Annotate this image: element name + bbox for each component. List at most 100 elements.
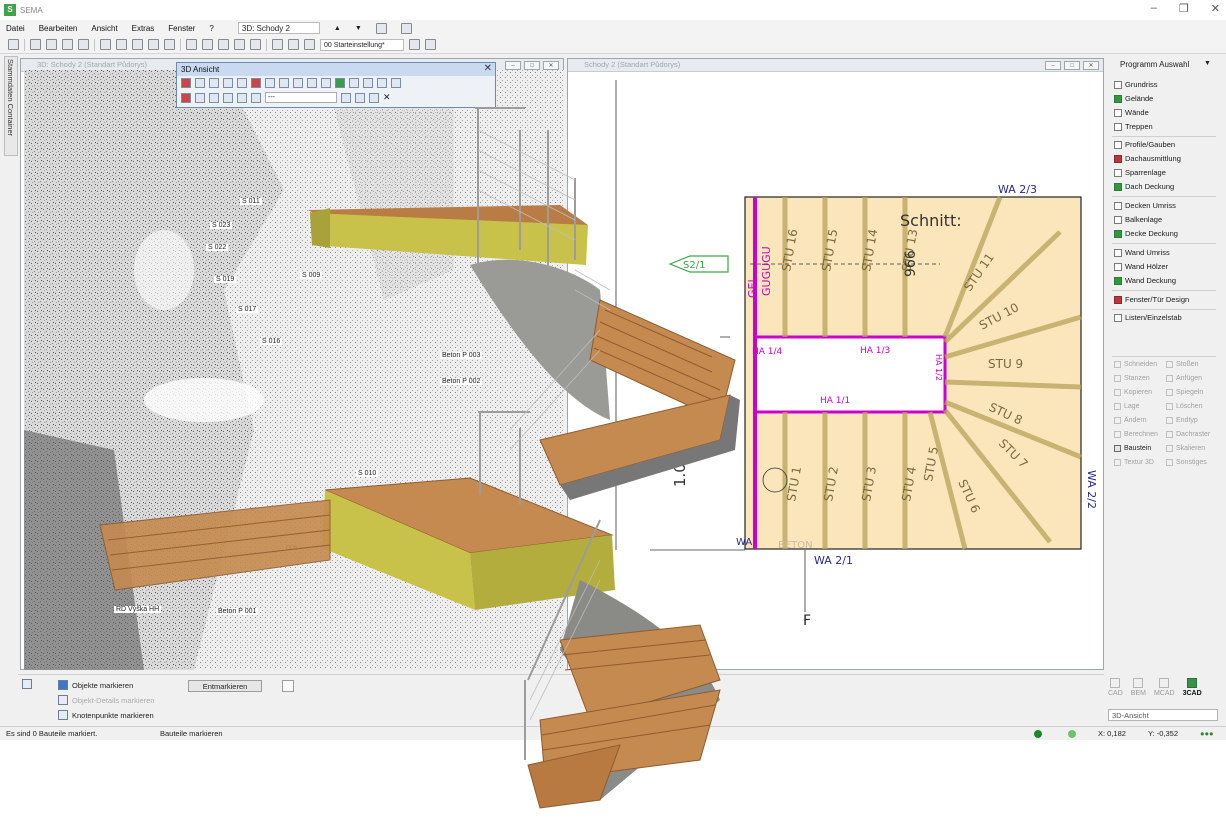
chevron-down-icon[interactable]: ▼	[1204, 60, 1211, 67]
window-cascade-icon[interactable]	[400, 22, 412, 34]
menu-extras[interactable]: Extras	[132, 24, 155, 33]
zoom-icon[interactable]	[132, 39, 143, 50]
container-side-tab[interactable]: Stammdaten Container	[4, 56, 18, 156]
layers-icon[interactable]	[209, 92, 219, 103]
tool-baustein[interactable]: Baustein	[1114, 445, 1151, 452]
window-tile-icon[interactable]	[375, 22, 387, 34]
menu-bearbeiten[interactable]: Bearbeiten	[39, 24, 78, 33]
tool-textur[interactable]: Textur 3D	[1114, 459, 1154, 466]
stairs-icon[interactable]	[272, 39, 283, 50]
info-icon[interactable]	[425, 39, 436, 50]
undo-icon[interactable]	[62, 39, 73, 50]
view-mode-select[interactable]: 3D-Ansicht	[1108, 709, 1218, 721]
selection-mode-icon[interactable]	[22, 679, 32, 689]
clear-icon[interactable]: ✕	[383, 92, 391, 103]
unselect-button[interactable]: Entmarkieren	[188, 680, 262, 692]
tool-aendern[interactable]: Ändern	[1114, 417, 1147, 424]
cad-mode-mcad[interactable]: MCAD	[1154, 678, 1175, 702]
grid-icon[interactable]	[202, 39, 213, 50]
start-setting-select[interactable]: 00 Starteinstellung*	[320, 38, 404, 51]
light-icon[interactable]	[237, 92, 247, 103]
tool-dachraster[interactable]: Dachraster	[1166, 431, 1210, 438]
program-item-decke-deckung[interactable]: Decke Deckung	[1114, 229, 1178, 238]
menu-fenster[interactable]: Fenster	[168, 24, 195, 33]
open-icon[interactable]	[8, 39, 19, 50]
program-item-gelaende[interactable]: Gelände	[1114, 94, 1153, 103]
cad-mode-3cad[interactable]: 3CAD	[1183, 678, 1202, 702]
program-item-listen[interactable]: Listen/Einzelstab	[1114, 313, 1182, 322]
select-details-option[interactable]: Objekt-Details markieren	[58, 695, 155, 705]
redo-icon[interactable]	[78, 39, 89, 50]
tool-stossen[interactable]: Stoßen	[1166, 361, 1199, 368]
settings-icon[interactable]	[304, 39, 315, 50]
pencil-icon[interactable]	[234, 39, 245, 50]
view-right-icon[interactable]	[223, 78, 233, 88]
snap-icon[interactable]	[186, 39, 197, 50]
stair-floor-plan[interactable]: STU 16 STU 15 STU 14 STU 13 STU 11 STU 1…	[570, 72, 1103, 672]
program-item-dach-deckung[interactable]: Dach Deckung	[1114, 182, 1174, 191]
pin-icon[interactable]	[181, 92, 191, 103]
viewport-minimize-button[interactable]: –	[505, 61, 521, 70]
program-item-wand-deckung[interactable]: Wand Deckung	[1114, 276, 1176, 285]
cad-mode-cad[interactable]: CAD	[1108, 678, 1123, 702]
menu-ansicht[interactable]: Ansicht	[91, 24, 117, 33]
menu-datei[interactable]: Datei	[6, 24, 25, 33]
cad-mode-bem[interactable]: BEM	[1131, 678, 1146, 702]
search-icon[interactable]	[282, 680, 294, 692]
paste-icon[interactable]	[369, 92, 379, 103]
view-iso1-icon[interactable]	[293, 78, 303, 88]
document-select[interactable]: 3D: Schody 2	[237, 22, 320, 34]
rotate-icon[interactable]	[164, 39, 175, 50]
copy-icon[interactable]	[355, 92, 365, 103]
render-wire-icon[interactable]	[349, 78, 359, 88]
camera-icon[interactable]	[363, 78, 373, 88]
tool-loeschen[interactable]: Löschen	[1166, 403, 1202, 410]
point-cloud-scan[interactable]	[24, 70, 564, 670]
view-iso2-icon[interactable]	[307, 78, 317, 88]
gear-icon[interactable]	[409, 39, 420, 50]
tool-skalieren[interactable]: Skalieren	[1166, 445, 1205, 452]
tool-berechnen[interactable]: Berechnen	[1114, 431, 1158, 438]
3d-view-filter-input[interactable]: ---	[265, 92, 337, 103]
program-item-wand-hoelzer[interactable]: Wand Hölzer	[1114, 262, 1168, 271]
tool-schneiden[interactable]: Schneiden	[1114, 361, 1157, 368]
viewport-maximize-button[interactable]: □	[524, 61, 540, 70]
view-front-icon[interactable]	[181, 78, 191, 88]
scale-icon[interactable]	[46, 39, 57, 50]
program-item-decken-umriss[interactable]: Decken Umriss	[1114, 201, 1176, 210]
program-item-waende[interactable]: Wände	[1114, 108, 1149, 117]
program-item-wand-umriss[interactable]: Wand Umriss	[1114, 248, 1170, 257]
view-home-icon[interactable]	[237, 78, 247, 88]
program-item-balkenlage[interactable]: Balkenlage	[1114, 215, 1162, 224]
tool-lage[interactable]: Lage	[1114, 403, 1140, 410]
color-icon[interactable]	[250, 39, 261, 50]
view-top-icon[interactable]	[251, 78, 261, 88]
restore-icon[interactable]: ❐	[1179, 2, 1189, 15]
tool-endtyp[interactable]: Endtyp	[1166, 417, 1198, 424]
arrow-down-icon[interactable]: ▼	[355, 25, 362, 32]
move-icon[interactable]	[341, 92, 351, 103]
layer-icon[interactable]	[218, 39, 229, 50]
viewport-maximize-button[interactable]: □	[1064, 61, 1080, 70]
view-walk-icon[interactable]	[279, 78, 289, 88]
material-icon[interactable]	[223, 92, 233, 103]
tool-spiegeln[interactable]: Spiegeln	[1166, 389, 1203, 396]
html-export-icon[interactable]	[377, 78, 387, 88]
tool-stanzen[interactable]: Stanzen	[1114, 375, 1150, 382]
viewport-minimize-button[interactable]: –	[1045, 61, 1061, 70]
preview-icon[interactable]	[116, 39, 127, 50]
viewport-close-button[interactable]: ✕	[543, 61, 559, 70]
select-nodes-option[interactable]: Knotenpunkte markieren	[58, 710, 154, 720]
program-item-treppen[interactable]: Treppen	[1114, 122, 1153, 131]
measure-icon[interactable]	[30, 39, 41, 50]
print-icon[interactable]	[100, 39, 111, 50]
program-item-dachausmittlung[interactable]: Dachausmittlung	[1114, 154, 1181, 163]
arrow-up-icon[interactable]: ▲	[334, 25, 341, 32]
view-back-icon[interactable]	[195, 78, 205, 88]
vrml-export-icon[interactable]	[391, 78, 401, 88]
view-iso3-icon[interactable]	[321, 78, 331, 88]
program-item-grundriss[interactable]: Grundriss	[1114, 80, 1158, 89]
program-item-fenster-tuer[interactable]: Fenster/Tür Design	[1114, 295, 1189, 304]
program-item-profile[interactable]: Profile/Gauben	[1114, 140, 1175, 149]
viewport-close-button[interactable]: ✕	[1083, 61, 1099, 70]
